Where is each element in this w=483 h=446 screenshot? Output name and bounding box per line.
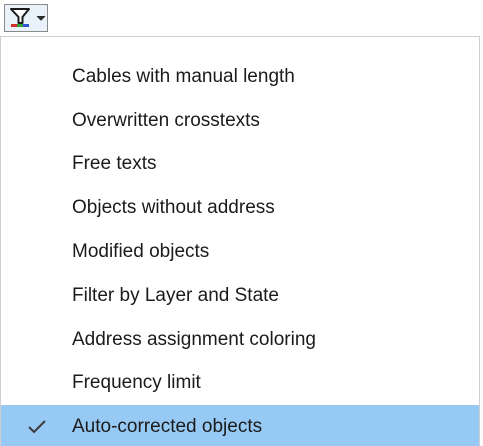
- menu-item-modified-objects[interactable]: Modified objects: [1, 230, 479, 274]
- menu-item-label: Modified objects: [72, 241, 210, 263]
- menu-item-objects-without-address[interactable]: Objects without address: [1, 186, 479, 230]
- menu-item-cables-with-manual-length[interactable]: Cables with manual length: [1, 55, 479, 99]
- menu-item-label: Objects without address: [72, 197, 275, 219]
- filter-icon: [10, 8, 30, 27]
- menu-item-label: Frequency limit: [72, 372, 201, 394]
- menu-item-address-assignment-coloring[interactable]: Address assignment coloring: [1, 318, 479, 362]
- menu-item-overwritten-crosstexts[interactable]: Overwritten crosstexts: [1, 99, 479, 143]
- menu-item-free-texts[interactable]: Free texts: [1, 143, 479, 187]
- menu-item-label: Cables with manual length: [72, 65, 295, 87]
- menu-item-auto-corrected-objects[interactable]: Auto-corrected objects: [1, 405, 479, 446]
- menu-item-label: Filter by Layer and State: [72, 284, 279, 306]
- menu-item-label: Free texts: [72, 153, 157, 175]
- filter-dropdown-button[interactable]: [4, 4, 48, 32]
- root: Cables with manual length Overwritten cr…: [0, 0, 483, 446]
- menu-items: Cables with manual length Overwritten cr…: [1, 55, 479, 446]
- menu-item-label: Address assignment coloring: [72, 328, 316, 350]
- menu-item-filter-by-layer-and-state[interactable]: Filter by Layer and State: [1, 274, 479, 318]
- menu-item-label: Auto-corrected objects: [72, 416, 263, 438]
- filter-dropdown-menu: Cables with manual length Overwritten cr…: [0, 36, 480, 446]
- chevron-down-icon: [36, 15, 46, 21]
- check-icon: [28, 420, 46, 434]
- menu-item-label: Overwritten crosstexts: [72, 109, 260, 131]
- menu-item-frequency-limit[interactable]: Frequency limit: [1, 362, 479, 406]
